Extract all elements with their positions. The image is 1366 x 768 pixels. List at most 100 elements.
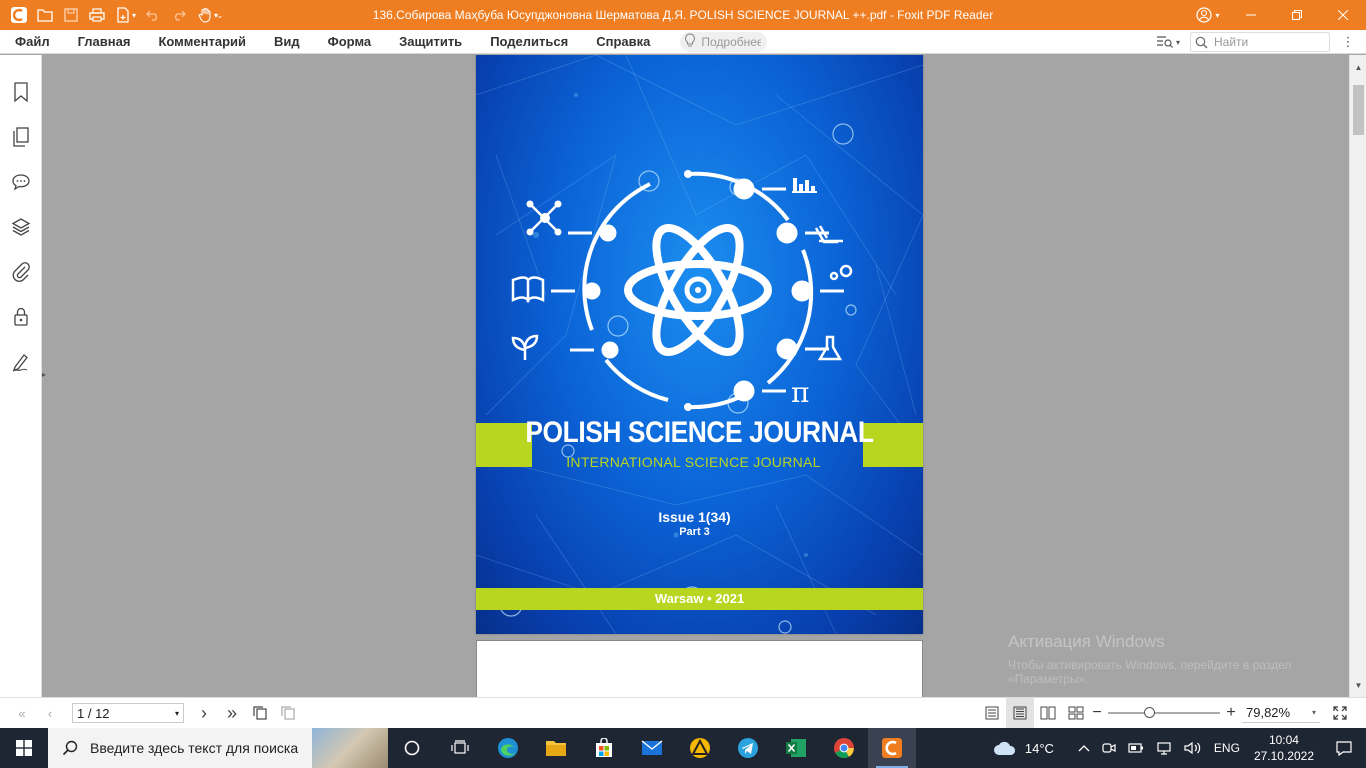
windows-activation-watermark: Активация Windows: [1008, 632, 1165, 651]
lightbulb-icon: [684, 33, 696, 50]
bookmark-icon[interactable]: [0, 69, 42, 114]
menu-share[interactable]: Поделиться: [476, 30, 582, 54]
foxit-reader-taskbar-icon[interactable]: [868, 728, 916, 768]
document-view[interactable]: π POLISH SCIENCE JOURNAL INTERNATIONAL S…: [51, 55, 1349, 697]
sidebar-expand-icon[interactable]: ▸: [42, 370, 50, 382]
status-bar: « ‹ 1 / 12 ▾ › » − + 79,82% ▾: [0, 697, 1366, 728]
last-page-icon[interactable]: »: [218, 698, 246, 728]
cover-title: POLISH SCIENCE JOURNAL: [525, 416, 874, 449]
save-icon[interactable]: [58, 0, 84, 30]
taskbar-clock[interactable]: 10:04 27.10.2022: [1246, 732, 1322, 764]
view-controls: − + 79,82% ▾: [978, 698, 1354, 728]
attachment-icon[interactable]: [0, 249, 42, 294]
menu-comment[interactable]: Комментарий: [144, 30, 260, 54]
svg-text:π: π: [791, 376, 809, 409]
security-lock-icon[interactable]: [0, 294, 42, 339]
print-icon[interactable]: [84, 0, 110, 30]
weather-temperature: 14°C: [1024, 740, 1054, 756]
mail-icon[interactable]: [628, 728, 676, 768]
page-number-input[interactable]: 1 / 12 ▾: [72, 703, 184, 723]
user-account-icon[interactable]: ▾: [1188, 0, 1228, 30]
network-icon[interactable]: [1150, 728, 1178, 768]
tell-me-box[interactable]: Подробнее: [680, 31, 768, 52]
first-page-icon[interactable]: «: [8, 698, 36, 728]
cloud-icon: [993, 741, 1015, 755]
menu-form[interactable]: Форма: [314, 30, 385, 54]
customize-toolbar-icon[interactable]: ⌄: [214, 0, 226, 30]
title-bar: ▾ ▾ ⌄ 136.Собирова Маҳбуба Юсупджоновна …: [0, 0, 1366, 30]
page-indicator: 1 / 12: [77, 705, 110, 721]
pdf-page-2: [476, 640, 923, 697]
comments-icon[interactable]: [0, 159, 42, 204]
menu-home[interactable]: Главная: [64, 30, 145, 54]
menu-file[interactable]: Файл: [0, 30, 64, 54]
zoom-select[interactable]: 79,82% ▾: [1242, 703, 1320, 723]
menu-view[interactable]: Вид: [260, 30, 314, 54]
next-view-icon[interactable]: [274, 698, 302, 728]
task-view-icon[interactable]: [436, 728, 484, 768]
search-icon: [62, 740, 78, 756]
windows-activation-hint: Чтобы активировать Windows, перейдите в …: [1008, 658, 1292, 686]
input-language[interactable]: ENG: [1208, 728, 1246, 768]
previous-view-icon[interactable]: [246, 698, 274, 728]
search-placeholder: Найти: [1214, 35, 1249, 49]
previous-page-icon[interactable]: ‹: [36, 698, 64, 728]
zoom-out-icon[interactable]: −: [1090, 704, 1104, 722]
weather-widget[interactable]: 14°C: [987, 728, 1060, 768]
taskbar-search-box[interactable]: Введите здесь текст для поиска: [48, 728, 388, 768]
cover-background-graphic: π: [476, 55, 923, 634]
zoom-in-icon[interactable]: +: [1224, 704, 1238, 722]
continuous-page-icon[interactable]: [1006, 698, 1034, 728]
cover-part: Part 3: [679, 526, 710, 538]
vertical-scrollbar[interactable]: ▲ ▼: [1349, 55, 1366, 697]
cortana-icon[interactable]: [388, 728, 436, 768]
scrollbar-thumb[interactable]: [1353, 85, 1364, 135]
pages-icon[interactable]: [0, 114, 42, 159]
windows-taskbar: Введите здесь текст для поиска 14°C ENG …: [0, 728, 1366, 768]
continuous-facing-icon[interactable]: [1062, 698, 1090, 728]
next-page-icon[interactable]: ›: [190, 698, 218, 728]
layers-icon[interactable]: [0, 204, 42, 249]
undo-icon[interactable]: [140, 0, 166, 30]
search-input[interactable]: Найти: [1190, 32, 1330, 52]
system-tray: 14°C ENG 10:04 27.10.2022: [987, 728, 1366, 768]
zoom-slider[interactable]: [1108, 703, 1220, 723]
foxit-window: ▾ ▾ ⌄ 136.Собирова Маҳбуба Юсупджоновна …: [0, 0, 1366, 768]
scroll-down-arrow-icon[interactable]: ▼: [1350, 681, 1366, 695]
menu-right-tools: ▾ Найти ⋮: [1156, 30, 1366, 54]
facing-pages-icon[interactable]: [1034, 698, 1062, 728]
microsoft-store-icon[interactable]: [580, 728, 628, 768]
vpn-app-icon[interactable]: [676, 728, 724, 768]
cover-issue: Issue 1(34): [658, 509, 731, 525]
zoom-slider-track: [1108, 712, 1220, 714]
more-options-icon[interactable]: ⋮: [1330, 34, 1366, 50]
menu-help[interactable]: Справка: [582, 30, 664, 54]
redo-icon[interactable]: [166, 0, 192, 30]
foxit-logo-icon[interactable]: [6, 0, 32, 30]
clock-time: 10:04: [1268, 733, 1299, 747]
chevron-down-icon[interactable]: ▾: [128, 0, 140, 30]
notifications-icon[interactable]: [1322, 728, 1366, 768]
edge-browser-icon[interactable]: [484, 728, 532, 768]
excel-icon[interactable]: [772, 728, 820, 768]
scroll-up-arrow-icon[interactable]: ▲: [1350, 63, 1366, 77]
zoom-slider-knob[interactable]: [1144, 707, 1155, 718]
show-hidden-icons-icon[interactable]: [1072, 728, 1096, 768]
single-page-icon[interactable]: [978, 698, 1006, 728]
restore-button[interactable]: [1274, 0, 1320, 30]
minimize-button[interactable]: [1228, 0, 1274, 30]
chrome-icon[interactable]: [820, 728, 868, 768]
telegram-icon[interactable]: [724, 728, 772, 768]
battery-icon[interactable]: [1122, 728, 1150, 768]
close-button[interactable]: [1320, 0, 1366, 30]
windows-start-icon[interactable]: [0, 728, 48, 768]
tell-me-placeholder: Подробнее: [701, 34, 762, 49]
open-folder-icon[interactable]: [32, 0, 58, 30]
file-explorer-icon[interactable]: [532, 728, 580, 768]
search-options-icon[interactable]: ▾: [1156, 35, 1180, 49]
fullscreen-icon[interactable]: [1326, 698, 1354, 728]
menu-protect[interactable]: Защитить: [385, 30, 476, 54]
signature-icon[interactable]: [0, 339, 42, 384]
volume-icon[interactable]: [1178, 728, 1208, 768]
meet-now-icon[interactable]: [1096, 728, 1122, 768]
